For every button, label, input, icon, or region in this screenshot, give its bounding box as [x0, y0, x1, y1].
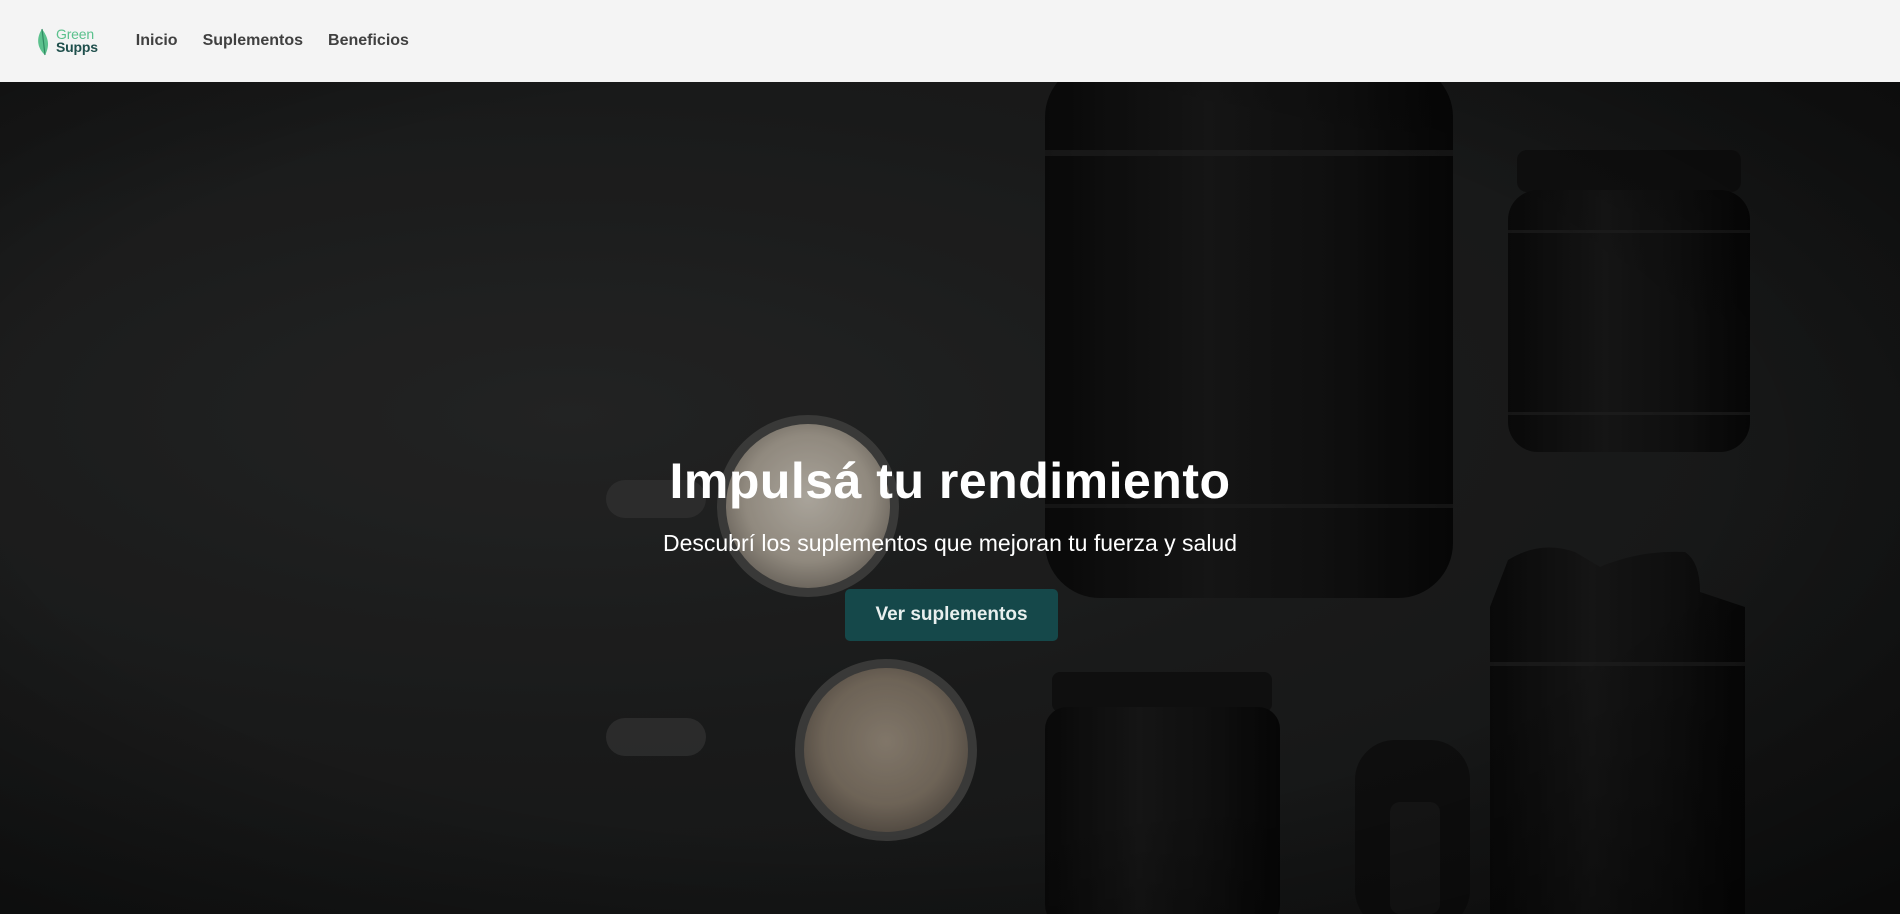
hero-title: Impulsá tu rendimiento [669, 453, 1231, 509]
hero-section: Impulsá tu rendimiento Descubrí los supl… [0, 82, 1900, 914]
leaf-icon [38, 28, 49, 56]
hero-content: Impulsá tu rendimiento Descubrí los supl… [0, 82, 1900, 914]
brand-name: Green Supps [56, 27, 98, 55]
view-supplements-button[interactable]: Ver suplementos [845, 589, 1058, 641]
hero-subtitle: Descubrí los suplementos que mejoran tu … [662, 530, 1238, 556]
nav-item-suplementos[interactable]: Suplementos [203, 32, 303, 50]
nav-item-inicio[interactable]: Inicio [136, 32, 178, 50]
brand-name-line2: Supps [56, 39, 98, 55]
main-nav: Inicio Suplementos Beneficios [136, 32, 409, 50]
brand-logo[interactable]: Green Supps [36, 26, 98, 56]
top-navbar: Green Supps Inicio Suplementos Beneficio… [0, 0, 1900, 82]
nav-item-beneficios[interactable]: Beneficios [328, 32, 409, 50]
